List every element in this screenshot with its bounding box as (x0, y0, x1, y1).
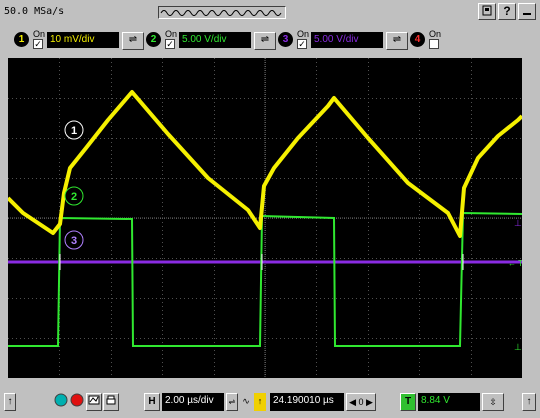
svg-text:3: 3 (71, 235, 77, 247)
channel-3-on-label: On (297, 29, 310, 39)
delay-stepper[interactable]: ◀ 0 ▶ (346, 393, 376, 411)
arrow-up-right-icon[interactable]: ↑ (522, 393, 536, 411)
waveform-preview-icon[interactable] (158, 6, 286, 19)
channel-2-on-label: On (165, 29, 178, 39)
channel-1-on-label: On (33, 29, 46, 39)
bottom-toolbar: ↑ H 2.00 µs/div ⇌ ∿ ↑ 24.190010 µs ◀ 0 ▶… (0, 386, 540, 418)
trigger-level-marker: ← T (508, 259, 522, 268)
svg-text:?: ? (503, 4, 510, 17)
time-per-div-readout[interactable]: 2.00 µs/div (162, 393, 224, 411)
channel-4-on-checkbox[interactable] (429, 39, 439, 49)
channel-3-scale[interactable]: 5.00 V/div (311, 32, 383, 48)
channel-2-ground-marker: ⊥ (514, 342, 522, 352)
time-adjust-icon[interactable]: ⇌ (226, 393, 238, 411)
waveform-canvas: 1 2 3 ⊥ ← T ⊥ (8, 58, 522, 378)
channel-4-badge[interactable]: 4 (410, 32, 425, 47)
arrow-up-icon[interactable]: ↑ (4, 393, 16, 411)
channel-controls: 1 On ✓ 10 mV/div ⇌ 2 On ✓ 5.00 V/div ⇌ 3… (0, 26, 540, 54)
channel-2-adjust-icon[interactable]: ⇌ (254, 32, 276, 50)
channel-1-on-checkbox[interactable]: ✓ (33, 39, 43, 49)
trigger-level-readout[interactable]: 8.84 V (418, 393, 480, 411)
svg-text:1: 1 (71, 125, 77, 137)
stop-icon[interactable] (70, 393, 84, 411)
channel-3-on-checkbox[interactable]: ✓ (297, 39, 307, 49)
channel-3-ground-marker: ⊥ (514, 218, 522, 228)
channel-1-scale[interactable]: 10 mV/div (47, 32, 119, 48)
channel-2-on-checkbox[interactable]: ✓ (165, 39, 175, 49)
trigger-menu-button[interactable]: T (400, 393, 416, 411)
channel-1-adjust-icon[interactable]: ⇌ (122, 32, 144, 50)
waveform-display[interactable]: 1 2 3 ⊥ ← T ⊥ (8, 58, 522, 378)
channel-4-on-label: On (429, 29, 442, 39)
autoscale-icon[interactable] (86, 393, 102, 411)
minimize-icon[interactable] (518, 3, 536, 20)
delay-readout[interactable]: 24.190010 µs (270, 393, 344, 411)
channel-3-badge[interactable]: 3 (278, 32, 293, 47)
channel-3-adjust-icon[interactable]: ⇌ (386, 32, 408, 50)
channel-1-marker: 1 (64, 120, 84, 140)
horizontal-menu-button[interactable]: H (144, 393, 160, 411)
sample-rate-readout: 50.0 MSa/s (4, 6, 65, 17)
trigger-level-stepper[interactable]: ⇳ (482, 393, 504, 411)
top-toolbar: 50.0 MSa/s ? (0, 0, 540, 26)
run-icon[interactable] (54, 393, 68, 411)
help-icon[interactable]: ? (498, 3, 516, 20)
delay-reference-icon[interactable]: ↑ (254, 393, 266, 411)
channel-2-badge[interactable]: 2 (146, 32, 161, 47)
print-icon[interactable] (478, 3, 496, 20)
channel-2-scale[interactable]: 5.00 V/div (179, 32, 251, 48)
delay-symbol-icon: ∿ (242, 396, 250, 406)
channel-1-badge[interactable]: 1 (14, 32, 29, 47)
print-screen-icon[interactable] (103, 393, 119, 411)
channel-3-marker: 3 (64, 230, 84, 250)
window-buttons: ? (476, 3, 536, 20)
svg-text:2: 2 (71, 191, 77, 203)
channel-2-marker: 2 (64, 186, 84, 206)
